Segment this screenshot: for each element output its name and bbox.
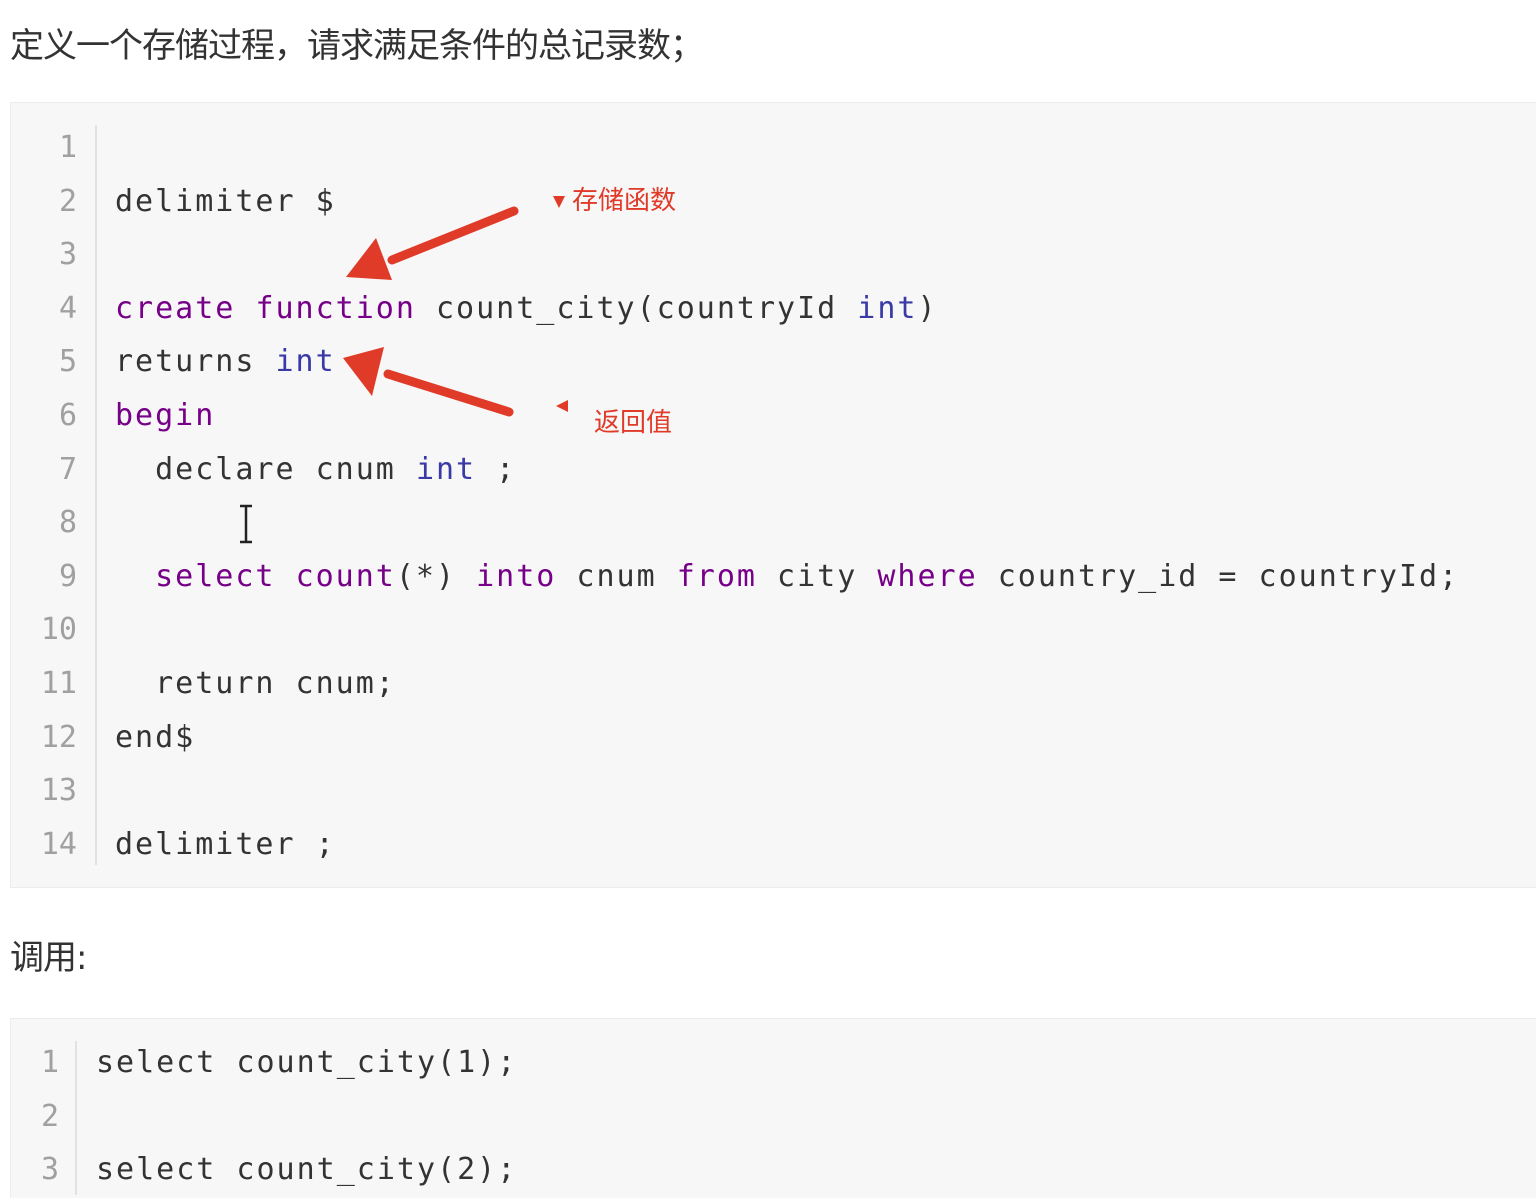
- line-number: 2: [58, 183, 77, 219]
- code-text: returns int: [115, 335, 336, 388]
- line-number: 4: [58, 290, 77, 326]
- code-keyword: where: [877, 558, 978, 594]
- code-token: returns: [115, 344, 276, 380]
- code-keyword: count: [295, 558, 396, 594]
- code-text: select count(*) into cnum from city wher…: [115, 550, 1459, 603]
- line-number: 10: [40, 612, 77, 648]
- page-heading: 定义一个存储过程，请求满足条件的总记录数；: [10, 26, 704, 66]
- line-number: 12: [40, 719, 77, 755]
- code-token: end$: [115, 719, 196, 755]
- code-block-call[interactable]: 1 select count_city(1); 2 3 select count_cit…: [10, 1018, 1536, 1198]
- code-keyword: from: [676, 558, 757, 594]
- code-token: ): [917, 290, 938, 326]
- code-token: cnum: [556, 558, 677, 594]
- code-text: create function count_city(countryId int…: [115, 282, 938, 335]
- annotation-function: 存储函数: [572, 186, 677, 216]
- code-type: int: [857, 290, 918, 326]
- code-text: delimiter $: [115, 175, 336, 228]
- line-number: 3: [40, 1152, 59, 1188]
- line-number: 2: [40, 1098, 59, 1134]
- line-number: 7: [58, 451, 77, 487]
- line-number: 14: [40, 826, 77, 862]
- code-keyword: create: [115, 290, 236, 326]
- code-type: int: [275, 344, 336, 380]
- annotation-return: 返回值: [594, 408, 673, 438]
- code-token: (*): [395, 558, 477, 594]
- code-token: delimiter ;: [115, 826, 336, 862]
- code-token: delimiter $: [115, 183, 336, 219]
- line-number: 1: [58, 130, 77, 165]
- code-text: delimiter ;: [115, 818, 336, 871]
- code-token: declare cnum: [115, 451, 416, 487]
- code-text: declare cnum int ;: [115, 443, 516, 496]
- code-token: country_id = countryId;: [977, 558, 1460, 594]
- annotation-marker-icon: [553, 196, 565, 208]
- code-text: end$: [115, 711, 195, 764]
- code-token: city: [757, 558, 878, 594]
- line-number: 3: [58, 237, 77, 273]
- code-keyword: begin: [115, 398, 216, 433]
- annotation-marker-icon: [556, 400, 568, 412]
- code-token: count_city(countryId: [415, 290, 858, 326]
- code-block-function[interactable]: 1 2 delimiter $3 4 create function count_cit…: [10, 102, 1536, 888]
- text-cursor-icon: [240, 504, 252, 544]
- code-token: ;: [476, 451, 517, 487]
- line-number: 8: [58, 505, 77, 541]
- line-number: 9: [58, 558, 77, 594]
- code-text: select count_city(1);: [96, 1036, 517, 1089]
- line-number: 6: [58, 398, 77, 433]
- code-token: select count_city(1);: [96, 1045, 518, 1080]
- page: 定义一个存储过程，请求满足条件的总记录数； 1 2 delimiter $3 4 cre…: [0, 0, 1536, 1198]
- code-text: select count_city(2);: [96, 1143, 517, 1196]
- code-token: return cnum;: [115, 666, 396, 701]
- code-text: return cnum;: [115, 657, 396, 710]
- line-number: 5: [58, 344, 77, 380]
- line-number: 11: [40, 666, 77, 701]
- line-number: 1: [40, 1045, 59, 1080]
- code-keyword: function: [255, 290, 416, 326]
- code-token: select count_city(2);: [96, 1152, 518, 1188]
- line-number: 13: [40, 773, 77, 809]
- code-type: int: [415, 451, 477, 487]
- code-keyword: into: [476, 558, 557, 594]
- code-keyword: select: [115, 558, 276, 594]
- code-text: begin: [115, 389, 215, 442]
- call-heading: 调用:: [10, 938, 87, 978]
